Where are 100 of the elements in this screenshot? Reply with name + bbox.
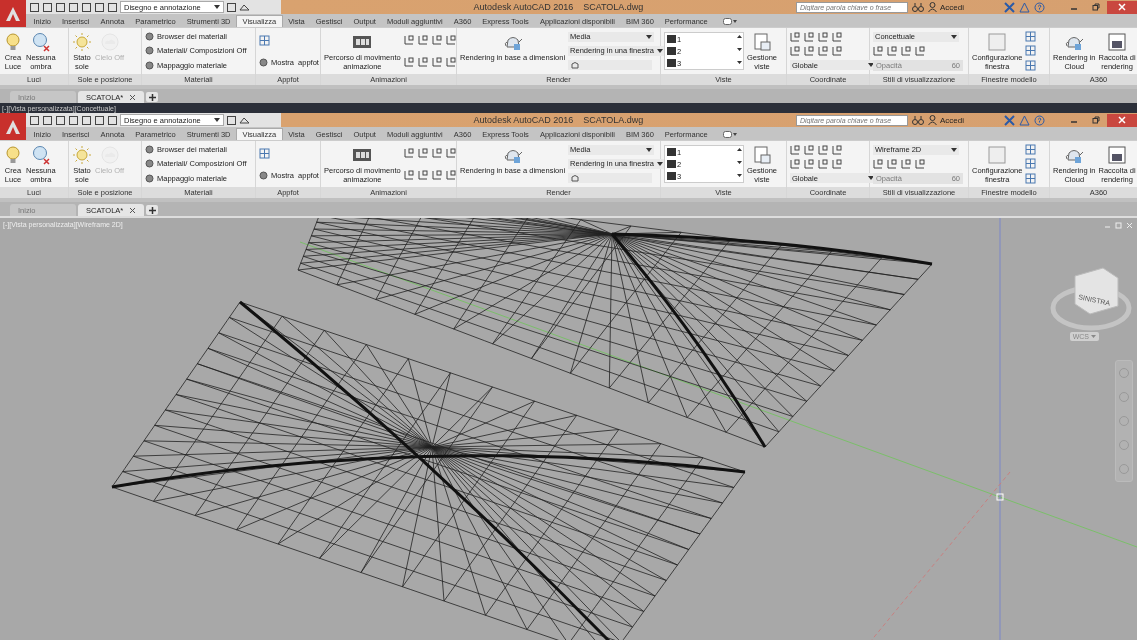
tool-icon[interactable] [915, 45, 925, 56]
new-tab-button[interactable] [146, 205, 158, 215]
triangle-icon[interactable] [1019, 114, 1030, 126]
tool-icon[interactable] [832, 31, 842, 42]
file-name: SCATOLA.dwg [583, 115, 644, 125]
document-icon [752, 32, 772, 52]
tool-icon[interactable] [259, 148, 270, 160]
tool-icon[interactable] [431, 35, 442, 46]
toolbar-icon[interactable] [81, 1, 92, 13]
binoculars-icon[interactable] [912, 114, 924, 126]
tool-icon[interactable] [403, 169, 414, 180]
tool-icon[interactable] [1025, 158, 1037, 170]
toolbar-icon[interactable] [107, 1, 118, 13]
circle-icon [145, 145, 154, 155]
tool-icon[interactable] [887, 45, 897, 56]
panel-toggle-icon[interactable] [723, 18, 738, 25]
sign-in-button[interactable]: Accedi [928, 2, 1000, 12]
tool-icon[interactable] [431, 56, 442, 67]
close-button[interactable] [1107, 0, 1137, 14]
tool-icon[interactable] [403, 35, 414, 46]
tool-icon[interactable] [417, 148, 428, 159]
exchange-icon[interactable] [1004, 114, 1015, 126]
tool-icon[interactable] [915, 158, 925, 169]
tool-icon[interactable] [832, 46, 842, 56]
tool-icon[interactable] [1025, 144, 1037, 156]
close-icon[interactable] [129, 93, 136, 101]
sphere-icon [30, 32, 51, 52]
tool-icon[interactable] [790, 31, 800, 42]
tool-icon[interactable] [790, 144, 800, 155]
tool-icon[interactable] [818, 46, 828, 56]
tool-icon[interactable] [417, 35, 428, 46]
toolbar-icon[interactable] [68, 114, 79, 126]
circle-icon [145, 60, 154, 70]
toolbar-icon[interactable] [107, 114, 118, 126]
new-tab-button[interactable] [146, 92, 158, 102]
toolbar-icon[interactable] [29, 114, 40, 126]
tool-icon[interactable] [804, 31, 814, 42]
toolbar-icon[interactable] [226, 114, 237, 126]
tool-icon[interactable] [790, 159, 800, 169]
tool-icon[interactable] [804, 46, 814, 56]
tool-icon[interactable] [1025, 45, 1037, 57]
binoculars-icon[interactable] [912, 1, 924, 13]
circle-icon [145, 159, 154, 169]
close-icon[interactable] [129, 206, 136, 214]
tool-icon[interactable] [417, 169, 428, 180]
toolbar-icon[interactable] [81, 114, 92, 126]
toolbar-icon[interactable] [94, 114, 105, 126]
tool-icon[interactable] [887, 158, 897, 169]
tool-icon[interactable] [873, 158, 883, 169]
help-icon[interactable] [1034, 1, 1045, 13]
tool-icon[interactable] [445, 56, 456, 67]
tool-icon[interactable] [1025, 59, 1037, 71]
bulb-icon [3, 145, 23, 165]
circle-icon [259, 170, 268, 180]
toolbar-icon[interactable] [94, 1, 105, 13]
caret-icon [951, 34, 957, 39]
tool-icon[interactable] [818, 159, 828, 169]
tool-icon[interactable] [804, 144, 814, 155]
toolbar-icon[interactable] [42, 1, 53, 13]
tool-icon[interactable] [417, 56, 428, 67]
tool-icon[interactable] [445, 169, 456, 180]
close-button[interactable] [1107, 113, 1137, 127]
square-icon [987, 145, 1008, 165]
tool-icon[interactable] [431, 148, 442, 159]
tool-icon[interactable] [818, 144, 828, 155]
help-icon[interactable] [1034, 114, 1045, 126]
toolbar-icon[interactable] [29, 1, 40, 13]
sign-in-button[interactable]: Accedi [928, 115, 1000, 125]
tool-icon[interactable] [832, 159, 842, 169]
tool-icon[interactable] [901, 158, 911, 169]
tool-icon[interactable] [403, 148, 414, 159]
application-menu-button[interactable] [0, 0, 26, 27]
tool-icon[interactable] [403, 56, 414, 67]
tool-icon[interactable] [790, 46, 800, 56]
tool-icon[interactable] [901, 45, 911, 56]
icon-field[interactable] [568, 173, 653, 184]
scroll-arrows-icon[interactable] [736, 33, 743, 67]
tool-icon[interactable] [873, 45, 883, 56]
panel-toggle-icon[interactable] [723, 131, 738, 138]
tool-icon[interactable] [431, 169, 442, 180]
tool-icon[interactable] [804, 159, 814, 169]
tool-icon[interactable] [818, 31, 828, 42]
icon-field[interactable] [568, 60, 653, 71]
toolbar-icon[interactable] [68, 1, 79, 13]
triangle-icon[interactable] [1019, 1, 1030, 13]
tool-icon[interactable] [445, 148, 456, 159]
application-menu-button[interactable] [0, 113, 26, 140]
toolbar-icon[interactable] [55, 1, 66, 13]
toolbar-icon[interactable] [42, 114, 53, 126]
scroll-arrows-icon[interactable] [736, 146, 743, 180]
logo-icon [4, 118, 22, 135]
toolbar-icon[interactable] [55, 114, 66, 126]
plus-icon [148, 206, 156, 214]
tool-icon[interactable] [1025, 172, 1037, 184]
tool-icon[interactable] [832, 144, 842, 155]
tool-icon[interactable] [445, 35, 456, 46]
tool-icon[interactable] [259, 35, 270, 47]
toolbar-icon[interactable] [226, 1, 237, 13]
exchange-icon[interactable] [1004, 1, 1015, 13]
tool-icon[interactable] [1025, 31, 1037, 43]
